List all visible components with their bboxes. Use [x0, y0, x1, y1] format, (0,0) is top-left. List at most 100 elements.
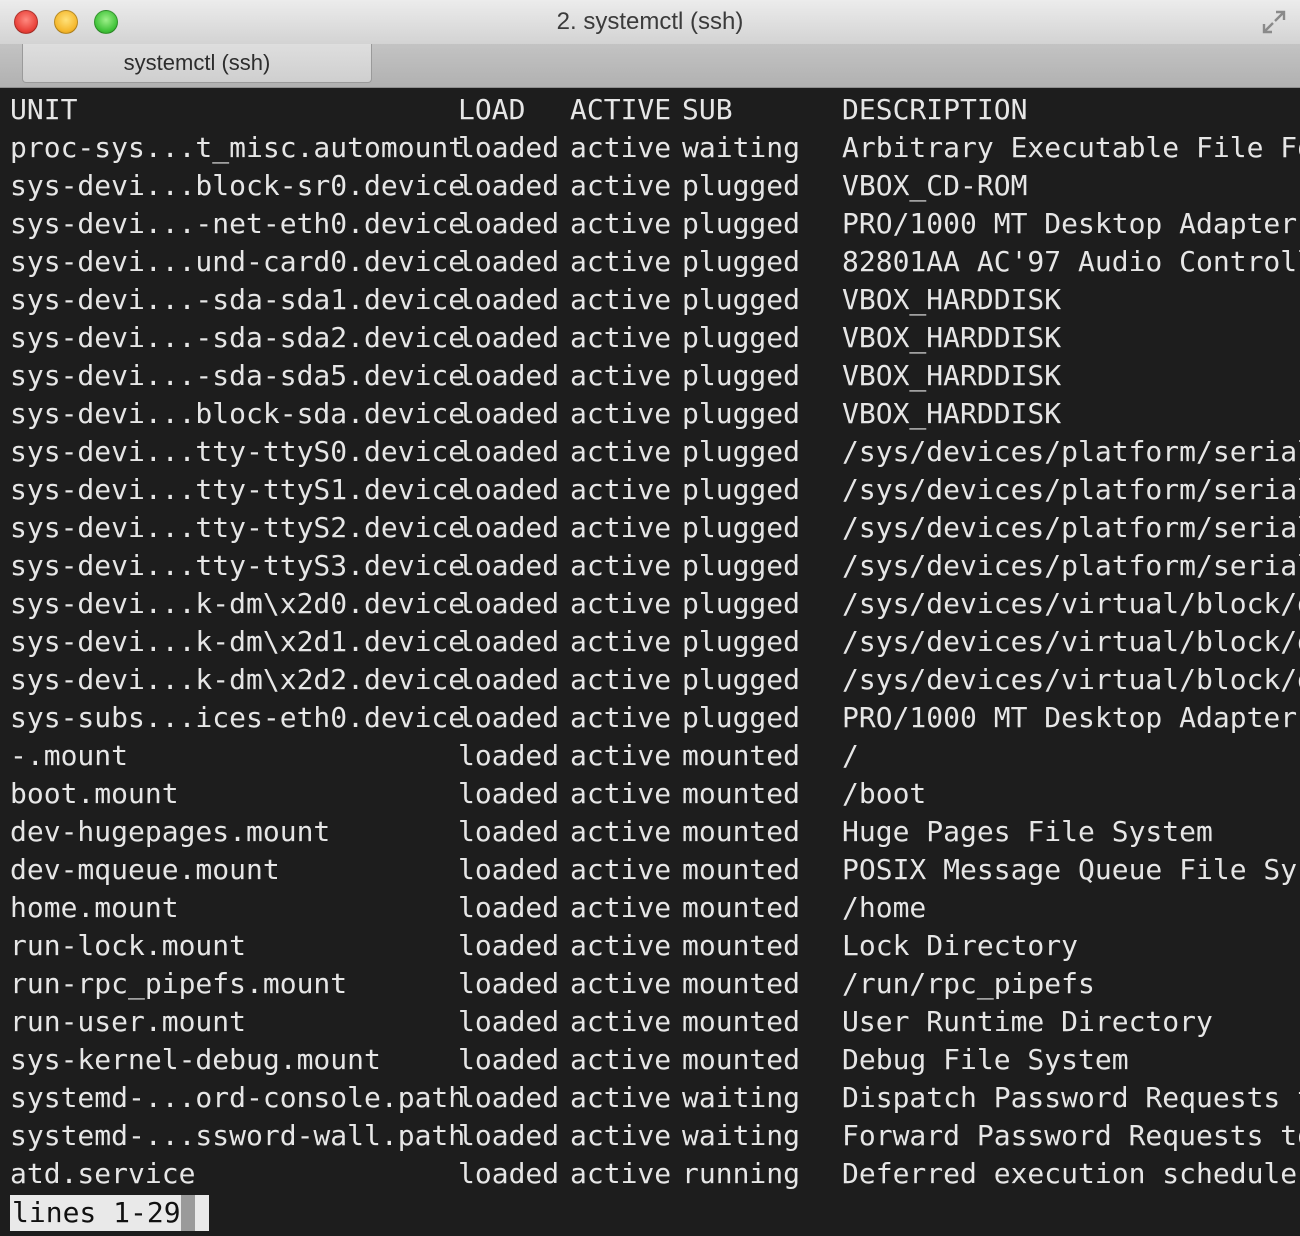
cell-active: active: [570, 967, 672, 1000]
cell-sub: plugged: [682, 625, 801, 658]
cell-load: loaded: [458, 701, 560, 734]
cell-active: active: [570, 587, 672, 620]
cell-active: active: [570, 739, 672, 772]
cell-sub: waiting: [682, 131, 801, 164]
cell-load: loaded: [458, 853, 560, 886]
cell-sub: mounted: [682, 967, 801, 1000]
cell-sub: plugged: [682, 473, 801, 506]
cell-description: User Runtime Directory: [842, 1005, 1213, 1038]
cell-description: /boot: [842, 777, 927, 810]
cell-description: Dispatch Password Requests t: [842, 1081, 1300, 1114]
cell-load: loaded: [458, 929, 560, 962]
cell-sub: plugged: [682, 435, 801, 468]
cell-active: active: [570, 701, 672, 734]
cell-unit: sys-devi...block-sr0.device: [10, 169, 466, 202]
cell-description: Lock Directory: [842, 929, 1079, 962]
pager-status-text: lines 1-29: [12, 1196, 181, 1229]
cell-unit: dev-hugepages.mount: [10, 815, 331, 848]
cell-sub: mounted: [682, 929, 801, 962]
cell-active: active: [570, 853, 672, 886]
cell-description: /sys/devices/virtual/block/d: [842, 625, 1300, 658]
cell-unit: boot.mount: [10, 777, 179, 810]
cell-unit: sys-devi...-net-eth0.device: [10, 207, 466, 240]
cell-sub: mounted: [682, 1005, 801, 1038]
title-bar[interactable]: 2. systemctl (ssh): [0, 0, 1300, 44]
cell-sub: plugged: [682, 283, 801, 316]
cell-unit: sys-kernel-debug.mount: [10, 1043, 381, 1076]
cell-unit: sys-devi...-sda-sda1.device: [10, 283, 466, 316]
cell-load: loaded: [458, 131, 560, 164]
cell-load: loaded: [458, 359, 560, 392]
cell-description: /sys/devices/virtual/block/d: [842, 587, 1300, 620]
cell-unit: sys-devi...und-card0.device: [10, 245, 466, 278]
cell-unit: dev-mqueue.mount: [10, 853, 280, 886]
cell-description: /sys/devices/platform/serial: [842, 549, 1300, 582]
fullscreen-icon[interactable]: [1260, 8, 1288, 36]
cell-unit: sys-devi...k-dm\x2d2.device: [10, 663, 466, 696]
cell-load: loaded: [458, 473, 560, 506]
cell-load: loaded: [458, 663, 560, 696]
cell-load: loaded: [458, 625, 560, 658]
cell-active: active: [570, 511, 672, 544]
cell-unit: systemd-...ord-console.path: [10, 1081, 466, 1114]
cell-load: loaded: [458, 967, 560, 1000]
cell-load: loaded: [458, 815, 560, 848]
cell-description: POSIX Message Queue File Sys: [842, 853, 1300, 886]
cell-active: active: [570, 1081, 672, 1114]
cell-sub: mounted: [682, 891, 801, 924]
cell-load: loaded: [458, 169, 560, 202]
cell-unit: proc-sys...t_misc.automount: [10, 131, 466, 164]
cell-description: 82801AA AC'97 Audio Controll: [842, 245, 1300, 278]
cell-active: active: [570, 1043, 672, 1076]
cell-unit: sys-devi...tty-ttyS2.device: [10, 511, 466, 544]
cell-load: loaded: [458, 511, 560, 544]
cell-unit: run-user.mount: [10, 1005, 247, 1038]
header-description: DESCRIPTION: [842, 93, 1028, 126]
cell-load: loaded: [458, 1119, 560, 1152]
tab-systemctl[interactable]: systemctl (ssh): [22, 44, 372, 83]
cell-unit: home.mount: [10, 891, 179, 924]
cell-sub: plugged: [682, 549, 801, 582]
cell-load: loaded: [458, 1043, 560, 1076]
terminal-output[interactable]: UNIT LOAD ACTIVE SUB DESCRIPTION proc-sy…: [0, 88, 1300, 1236]
cell-load: loaded: [458, 283, 560, 316]
cell-description: /home: [842, 891, 927, 924]
header-unit: UNIT: [10, 93, 78, 126]
cell-load: loaded: [458, 435, 560, 468]
cell-sub: plugged: [682, 587, 801, 620]
cell-unit: sys-devi...tty-ttyS0.device: [10, 435, 466, 468]
cell-load: loaded: [458, 891, 560, 924]
cell-load: loaded: [458, 549, 560, 582]
cell-unit: sys-subs...ices-eth0.device: [10, 701, 466, 734]
header-sub: SUB: [682, 93, 733, 126]
cell-sub: plugged: [682, 169, 801, 202]
cell-sub: plugged: [682, 245, 801, 278]
cell-active: active: [570, 891, 672, 924]
cell-load: loaded: [458, 587, 560, 620]
cell-sub: waiting: [682, 1081, 801, 1114]
text-cursor: [180, 1195, 195, 1231]
header-load: LOAD: [458, 93, 526, 126]
cell-description: Huge Pages File System: [842, 815, 1213, 848]
cell-unit: sys-devi...tty-ttyS3.device: [10, 549, 466, 582]
cell-unit: atd.service: [10, 1157, 196, 1190]
cell-unit: -.mount: [10, 739, 129, 772]
cell-sub: plugged: [682, 397, 801, 430]
cell-load: loaded: [458, 397, 560, 430]
cell-active: active: [570, 473, 672, 506]
cell-sub: plugged: [682, 511, 801, 544]
cell-sub: mounted: [682, 815, 801, 848]
cell-active: active: [570, 625, 672, 658]
pager-status: lines 1-29: [10, 1195, 209, 1231]
cell-active: active: [570, 131, 672, 164]
cell-unit: sys-devi...k-dm\x2d1.device: [10, 625, 466, 658]
cell-description: /sys/devices/platform/serial: [842, 511, 1300, 544]
cell-description: /run/rpc_pipefs: [842, 967, 1095, 1000]
cell-sub: plugged: [682, 701, 801, 734]
cell-sub: running: [682, 1157, 801, 1190]
cell-active: active: [570, 321, 672, 354]
cell-load: loaded: [458, 739, 560, 772]
cell-active: active: [570, 435, 672, 468]
cell-description: Forward Password Requests to: [842, 1119, 1300, 1152]
cell-load: loaded: [458, 207, 560, 240]
